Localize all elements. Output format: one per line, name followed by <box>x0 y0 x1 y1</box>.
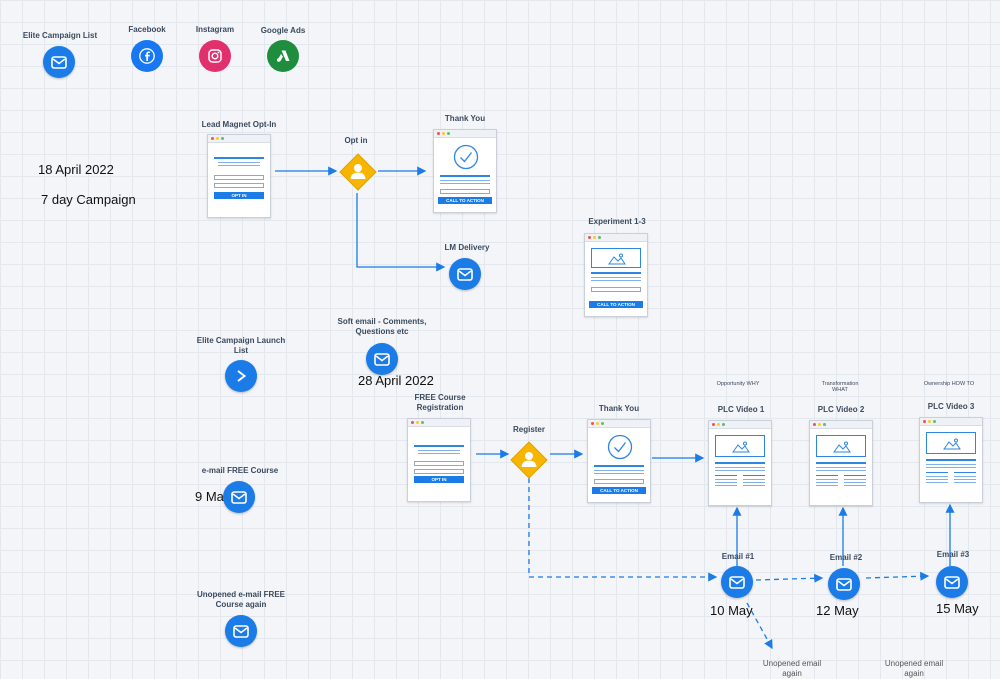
thank-you-2-page[interactable]: CALL TO ACTION <box>587 419 651 503</box>
email1-node[interactable] <box>721 566 753 598</box>
unopened-free-node[interactable] <box>225 615 257 647</box>
plc3-page[interactable] <box>919 417 983 503</box>
unopened-bottom-label: Unopened email again <box>762 659 822 678</box>
envelope-icon <box>51 55 67 69</box>
experiment-page[interactable]: CALL TO ACTION <box>584 233 648 317</box>
checkmark-icon <box>453 144 479 170</box>
lead-magnet-label: Lead Magnet Opt-In <box>201 120 277 129</box>
envelope-icon <box>457 267 473 281</box>
envelope-icon <box>944 575 960 589</box>
soft-email-node[interactable] <box>366 343 398 375</box>
unopened-free-label: Unopened e-mail FREE Course again <box>196 590 285 609</box>
plc1-top-label: Opportunity WHY <box>716 381 760 387</box>
image-icon <box>833 441 851 453</box>
chevron-right-icon <box>237 370 247 382</box>
campaign-length: 7 day Campaign <box>41 192 136 207</box>
plc3-label: PLC Video 3 <box>927 402 975 411</box>
thank-you-2-label: Thank You <box>598 404 640 413</box>
google-ads-icon <box>276 50 290 62</box>
lead-magnet-page[interactable]: OPT IN <box>207 134 271 218</box>
lm-delivery-label: LM Delivery <box>444 243 490 252</box>
dashed-email1-to-email2 <box>755 573 824 583</box>
checkmark-icon <box>607 434 633 460</box>
date-start: 18 April 2022 <box>38 162 114 177</box>
plc3-top-label: Ownership HOW TO <box>923 381 975 387</box>
email-free-course-label: e-mail FREE Course <box>201 466 279 475</box>
date-may12: 12 May <box>816 603 859 618</box>
elite-list-label: Elite Campaign List <box>22 31 98 40</box>
plc2-page[interactable] <box>809 420 873 506</box>
date-soft: 28 April 2022 <box>358 373 434 388</box>
image-icon <box>732 441 750 453</box>
arrow-diamond-to-lm <box>356 193 446 272</box>
cta-button-2[interactable]: CALL TO ACTION <box>592 487 646 494</box>
dashed-email2-to-email3 <box>865 571 930 581</box>
cta-button-1[interactable]: CALL TO ACTION <box>438 197 492 204</box>
email1-label: Email #1 <box>721 552 755 561</box>
launch-list-node[interactable] <box>225 360 257 392</box>
plc2-top-label: Transformation WHAT <box>821 381 859 393</box>
envelope-icon <box>374 352 390 366</box>
email2-label: Email #2 <box>829 553 863 562</box>
opt-in-label: Opt in <box>344 136 368 145</box>
instagram-icon <box>208 49 222 63</box>
lm-delivery-email-node[interactable] <box>449 258 481 290</box>
opt-in-decision[interactable] <box>339 153 377 191</box>
elite-list-email-node[interactable] <box>43 46 75 78</box>
date-may15: 15 May <box>936 601 979 616</box>
email-free-course-node[interactable] <box>223 481 255 513</box>
plc1-page[interactable] <box>708 420 772 506</box>
connector-layer <box>275 166 955 650</box>
free-course-reg-page[interactable]: OPT IN <box>407 418 471 502</box>
date-may10: 10 May <box>710 603 753 618</box>
google-ads-node[interactable] <box>267 40 299 72</box>
envelope-icon <box>231 490 247 504</box>
plc2-label: PLC Video 2 <box>817 405 865 414</box>
register-label: Register <box>512 425 545 434</box>
person-diamond-icon <box>510 441 548 479</box>
google-ads-label: Google Ads <box>260 26 306 35</box>
envelope-icon <box>233 624 249 638</box>
free-course-reg-label: FREE Course Registration <box>414 393 466 412</box>
email2-node[interactable] <box>828 568 860 600</box>
thank-you-1-page[interactable]: CALL TO ACTION <box>433 129 497 213</box>
facebook-icon <box>139 48 155 64</box>
instagram-label: Instagram <box>195 25 235 34</box>
opt-in-button-2[interactable]: OPT IN <box>414 476 464 483</box>
email3-node[interactable] <box>936 566 968 598</box>
envelope-icon <box>836 577 852 591</box>
image-icon <box>943 438 961 450</box>
image-icon <box>608 253 626 265</box>
soft-email-label: Soft email - Comments, Questions etc <box>337 317 427 336</box>
person-diamond-icon <box>339 153 377 191</box>
thank-you-1-label: Thank You <box>444 114 486 123</box>
date-may9: 9 Ma <box>195 489 224 504</box>
facebook-label: Facebook <box>128 25 166 34</box>
bottom-right-label: Unopened email again <box>884 659 944 678</box>
experiment-label: Experiment 1-3 <box>588 217 646 226</box>
cta-button-experiment[interactable]: CALL TO ACTION <box>589 301 643 308</box>
register-decision[interactable] <box>510 441 548 479</box>
facebook-node[interactable] <box>131 40 163 72</box>
envelope-icon <box>729 575 745 589</box>
opt-in-button[interactable]: OPT IN <box>214 192 264 199</box>
instagram-node[interactable] <box>199 40 231 72</box>
launch-list-label: Elite Campaign Launch List <box>196 336 286 355</box>
email3-label: Email #3 <box>936 550 970 559</box>
plc1-label: PLC Video 1 <box>717 405 765 414</box>
